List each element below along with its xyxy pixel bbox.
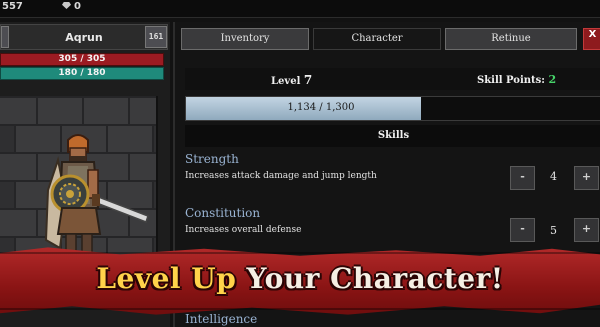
promo-banner: Level Up Your Character! [0, 246, 600, 316]
skill-row-constitution: Constitution Increases overall defense -… [185, 206, 600, 250]
skill-description: Increases overall defense [185, 225, 302, 235]
increase-strength-button[interactable]: + [574, 166, 599, 190]
skill-points-label: Skill Points: [477, 75, 545, 86]
top-resource-bar: 557 0 [0, 0, 600, 18]
tab-retinue[interactable]: Retinue [445, 28, 577, 50]
skill-row-strength: Strength Increases attack damage and jum… [185, 152, 600, 196]
banner-title: Level Up Your Character! [0, 262, 600, 295]
level-row: Level 7 Skill Points: 2 [185, 68, 600, 90]
skill-name: Strength [185, 152, 239, 166]
skill-points-value: 2 [548, 73, 557, 86]
level-label: Level [271, 76, 301, 87]
experience-text: 1,134 / 1,300 [287, 102, 355, 113]
skill-description: Increases attack damage and jump length [185, 171, 377, 181]
mana-bar: 180 / 180 [0, 67, 164, 80]
character-badge[interactable]: 161 [145, 26, 167, 48]
skill-points-display: Skill Points: 2 [477, 73, 556, 86]
gem-counter: 0 [62, 1, 81, 12]
decrease-strength-button[interactable]: - [510, 166, 535, 190]
gold-counter: 557 [2, 1, 23, 12]
gem-icon [62, 2, 71, 9]
close-button[interactable]: X [583, 28, 600, 50]
gold-amount: 557 [2, 1, 23, 12]
character-name-bar: Aqrun 161 [0, 24, 168, 50]
banner-title-highlight: Level Up [96, 262, 237, 295]
tab-bar: Inventory Character Retinue X [181, 28, 600, 50]
tab-character[interactable]: Character [313, 28, 441, 50]
tab-inventory[interactable]: Inventory [181, 28, 309, 50]
experience-bar: 1,134 / 1,300 [185, 96, 600, 121]
increase-constitution-button[interactable]: + [574, 218, 599, 242]
banner-title-rest: Your Character! [236, 262, 504, 295]
decrease-constitution-button[interactable]: - [510, 218, 535, 242]
character-name: Aqrun [65, 31, 103, 44]
gem-amount: 0 [74, 1, 81, 12]
skill-value: 5 [550, 224, 557, 237]
level-value: 7 [303, 73, 313, 87]
skills-header: Skills [185, 125, 600, 147]
level-display: Level 7 [271, 73, 312, 87]
skill-name: Constitution [185, 206, 261, 220]
health-bar: 305 / 305 [0, 53, 164, 66]
skill-value: 4 [550, 170, 557, 183]
